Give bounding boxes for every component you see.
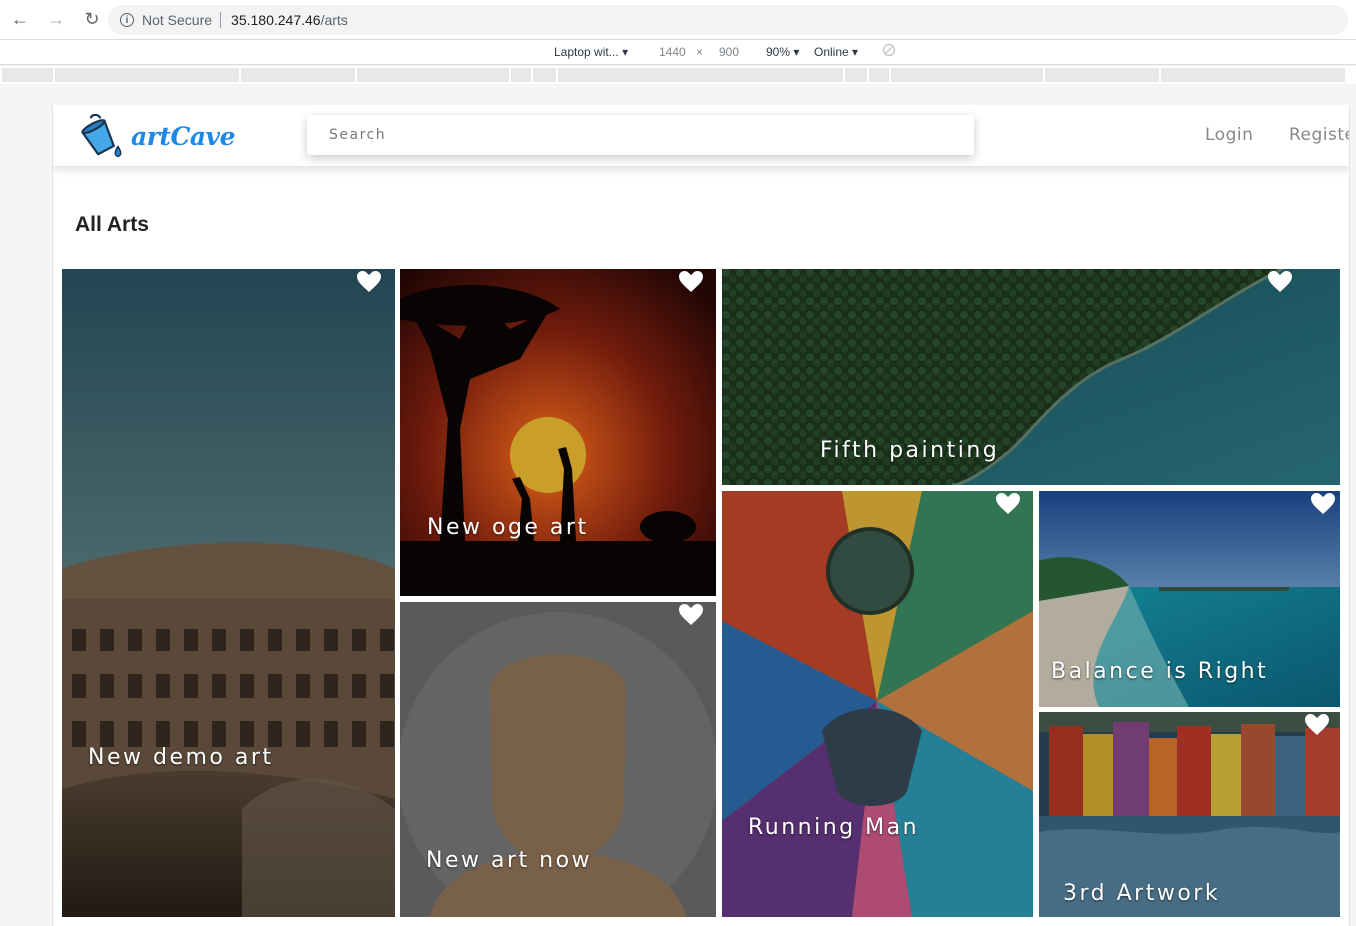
paint-bucket-icon — [81, 113, 122, 158]
art-card[interactable]: Fifth painting — [722, 269, 1340, 485]
media-query-segment[interactable] — [891, 68, 1044, 82]
login-link[interactable]: Login — [1205, 125, 1253, 145]
not-secure-label: Not Secure — [142, 12, 213, 28]
artcave-page: artCave Login Registe All Arts — [52, 105, 1350, 926]
rotate-icon[interactable] — [882, 43, 896, 60]
media-query-segment[interactable] — [241, 68, 356, 82]
image-overlay — [400, 269, 716, 596]
url-path: /arts — [320, 12, 348, 28]
page-title: All Arts — [75, 213, 149, 236]
art-title: 3rd Artwork — [1063, 881, 1221, 906]
url-host: 35.180.247.46 — [231, 12, 321, 28]
device-name: Laptop wit... — [554, 45, 619, 59]
network-select[interactable]: Online ▾ — [814, 45, 858, 59]
media-query-segment[interactable] — [845, 68, 868, 82]
media-query-bar — [0, 66, 1356, 84]
art-title: Running Man — [748, 815, 920, 840]
media-query-segment[interactable] — [1045, 68, 1160, 82]
forward-arrow-icon[interactable]: → — [40, 4, 72, 36]
register-link[interactable]: Registe — [1289, 125, 1349, 145]
media-query-segment[interactable] — [511, 68, 532, 82]
heart-icon[interactable] — [996, 493, 1020, 515]
search-input[interactable] — [307, 115, 974, 155]
image-overlay — [62, 269, 395, 917]
art-card[interactable]: 3rd Artwork — [1039, 712, 1340, 917]
art-title: New art now — [426, 848, 593, 873]
media-query-segment[interactable] — [869, 68, 890, 82]
network-value: Online — [814, 45, 849, 59]
info-icon[interactable]: i — [120, 13, 134, 27]
heart-icon[interactable] — [1305, 714, 1329, 736]
heart-icon[interactable] — [679, 604, 703, 626]
art-title: New oge art — [427, 515, 589, 540]
dropdown-caret-icon: ▾ — [622, 45, 629, 59]
dropdown-caret-icon: ▾ — [852, 45, 859, 59]
image-overlay — [722, 269, 1340, 485]
browser-toolbar: ← → ↻ i Not Secure 35.180.247.46/arts — [0, 0, 1356, 40]
divider — [220, 12, 222, 28]
logo[interactable]: artCave — [79, 109, 235, 163]
device-viewport: artCave Login Registe All Arts — [0, 84, 1356, 926]
art-card[interactable]: New oge art — [400, 269, 716, 596]
logo-text: artCave — [131, 121, 235, 151]
address-bar[interactable]: i Not Secure 35.180.247.46/arts — [108, 5, 1348, 35]
reload-icon[interactable]: ↻ — [76, 4, 108, 36]
art-card[interactable]: New art now — [400, 602, 716, 917]
media-query-segment[interactable] — [533, 68, 557, 82]
zoom-select[interactable]: 90% ▾ — [766, 45, 799, 59]
zoom-value: 90% — [766, 45, 791, 59]
art-card[interactable]: New demo art — [62, 269, 395, 917]
heart-icon[interactable] — [1268, 271, 1292, 293]
art-title: Fifth painting — [820, 438, 1000, 463]
image-overlay — [722, 491, 1033, 917]
heart-icon[interactable] — [1311, 493, 1335, 515]
media-query-segment[interactable] — [2, 68, 54, 82]
device-select[interactable]: Laptop wit... ▾ — [554, 45, 628, 59]
art-title: New demo art — [88, 745, 274, 770]
device-toolbar: Laptop wit... ▾ 1440 × 900 90% ▾ Online … — [0, 40, 1356, 65]
site-header: artCave Login Registe — [53, 105, 1349, 166]
art-title: Balance is Right — [1051, 659, 1269, 684]
viewport-height[interactable]: 900 — [719, 45, 739, 59]
back-arrow-icon[interactable]: ← — [4, 4, 36, 36]
media-query-segment[interactable] — [558, 68, 844, 82]
media-query-segment[interactable] — [1161, 68, 1346, 82]
viewport-width[interactable]: 1440 — [659, 45, 686, 59]
art-card[interactable]: Balance is Right — [1039, 491, 1340, 707]
media-query-segment[interactable] — [55, 68, 240, 82]
heart-icon[interactable] — [679, 271, 703, 293]
dropdown-caret-icon: ▾ — [793, 45, 800, 59]
dimension-times: × — [696, 45, 704, 59]
media-query-segment[interactable] — [357, 68, 510, 82]
art-card[interactable]: Running Man — [722, 491, 1033, 917]
heart-icon[interactable] — [357, 271, 381, 293]
